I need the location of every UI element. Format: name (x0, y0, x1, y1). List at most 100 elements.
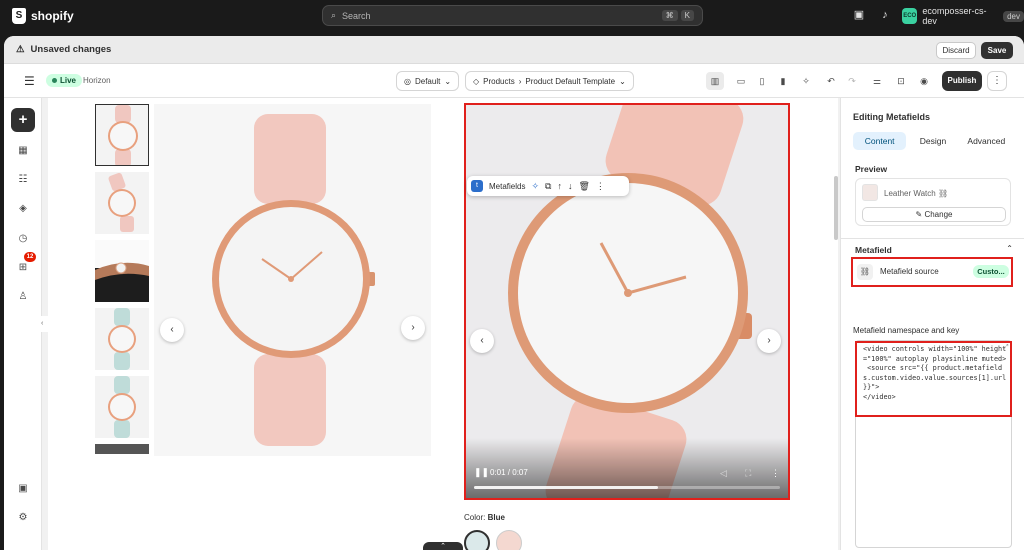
breadcrumb-template: Product Default Template (525, 76, 616, 86)
video-menu-icon[interactable]: ⋮ (771, 468, 780, 479)
more-actions-icon[interactable]: ⋮ (987, 71, 1007, 91)
publish-button[interactable]: Publish (942, 71, 982, 91)
chevron-down-icon: ⌄ (444, 76, 452, 86)
namespace-label: Metafield namespace and key (853, 326, 960, 335)
editor-toolbar: ☰ Live Horizon ◎ Default ⌄ ◇ Products › … (4, 64, 1024, 98)
link-icon: ⛓ (857, 264, 873, 280)
redo-icon[interactable]: ↷ (843, 72, 861, 90)
inspect-icon[interactable]: ⊡ (892, 72, 910, 90)
move-down-icon[interactable]: ↓ (568, 181, 573, 191)
change-product-button[interactable]: ✎ Change (862, 207, 1006, 222)
store-dev-badge: dev (1003, 10, 1024, 22)
expand-editor-icon[interactable]: ⤢ (1003, 344, 1009, 352)
breadcrumb-root: Products (483, 76, 515, 86)
watch-thumbnail-image (108, 308, 136, 370)
more-icon[interactable]: ⋮ (596, 181, 605, 192)
code-text[interactable]: <video controls width="100%" height="100… (863, 345, 1007, 402)
thumbnail-3[interactable] (95, 240, 149, 302)
theme-name: Horizon (83, 76, 111, 85)
video-progress-bar[interactable] (474, 486, 780, 489)
tab-advanced[interactable]: Advanced (960, 132, 1013, 150)
layers-icon[interactable]: ◈ (14, 200, 32, 218)
fullscreen-icon[interactable]: ⛶ (745, 468, 751, 479)
desktop-icon[interactable]: ▭ (732, 72, 750, 90)
chevron-up-icon: ⌃ (1006, 244, 1013, 253)
database-icon[interactable]: ▣ (14, 480, 32, 498)
editor-sidebar: + ▦ ☷ ◈ ◷ ⊞ 12 ♙ ▣ ⚙ (4, 98, 42, 550)
thumbnail-2[interactable] (95, 172, 149, 234)
save-button[interactable]: Save (981, 42, 1013, 59)
watch-thumbnail-image (108, 172, 136, 232)
live-dot-icon (52, 78, 57, 83)
thumbnail-4[interactable] (95, 308, 149, 370)
duplicate-icon[interactable]: ⧉ (545, 181, 551, 192)
template-breadcrumb[interactable]: ◇ Products › Product Default Template ⌄ (465, 71, 634, 91)
pause-icon[interactable]: ❚❚ (474, 467, 489, 478)
store-icon[interactable]: ▣ (852, 8, 866, 22)
delete-icon[interactable]: 🗑 (578, 181, 589, 192)
notification-badge: 12 (24, 252, 36, 262)
sections-icon[interactable]: ▦ (14, 142, 32, 160)
template-select-value: Default (414, 76, 441, 86)
theme-editor: ⚠ Unsaved changes Discard Save ☰ Live Ho… (4, 36, 1024, 550)
search-placeholder: Search (342, 10, 371, 21)
breadcrumb-separator: › (518, 76, 522, 86)
move-up-icon[interactable]: ↑ (557, 181, 562, 191)
preview-product-card: Leather Watch ⛓ ✎ Change (855, 178, 1011, 226)
live-badge: Live (46, 74, 83, 87)
settings-sliders-icon[interactable]: ⚌ (868, 72, 886, 90)
color-swatch-pink[interactable] (496, 530, 522, 550)
mute-icon[interactable]: ◁ (720, 468, 727, 479)
video-next-button[interactable]: › (757, 329, 781, 353)
add-section-button[interactable]: + (11, 108, 35, 132)
tab-content[interactable]: Content (853, 132, 907, 150)
mobile-icon[interactable]: ▮ (774, 72, 792, 90)
ai-magic-icon[interactable]: ✧ (531, 181, 539, 192)
tag-icon: ◇ (473, 76, 480, 86)
gear-icon[interactable]: ⚙ (14, 509, 32, 527)
video-prev-button[interactable]: ‹ (470, 329, 494, 353)
store-switcher[interactable]: ECO ecomposser-cs-dev dev (902, 6, 1024, 26)
canvas-scrollbar[interactable] (834, 176, 838, 240)
metafields-block-toolbar: t Metafields ✧ ⧉ ↑ ↓ 🗑 ⋮ (467, 176, 629, 196)
discard-button[interactable]: Discard (936, 42, 976, 59)
color-label: Color: (464, 513, 486, 522)
template-select[interactable]: ◎ Default ⌄ (396, 71, 460, 91)
metafield-source-row[interactable]: ⛓ Metafield source Custo... (851, 257, 1013, 287)
bell-icon[interactable]: ♪ (878, 8, 892, 22)
people-icon[interactable]: ♙ (14, 288, 32, 306)
eye-icon[interactable]: ◉ (915, 72, 933, 90)
search-bar[interactable]: ⌕ Search ⌘ K (322, 5, 703, 26)
sidebar-toggle-icon[interactable]: ▥ (706, 72, 724, 90)
product-video[interactable]: ❚❚ 0:01 / 0:07 ◁ ⛶ ⋮ (464, 103, 790, 500)
preview-heading: Preview (855, 164, 888, 174)
theme-settings-icon[interactable]: ☷ (14, 171, 32, 189)
panel-tabs: Content Design Advanced (853, 132, 1013, 150)
metafield-source-badge: Custo... (973, 265, 1009, 278)
watch-image (212, 114, 375, 446)
lifestyle-thumbnail-image (95, 240, 149, 280)
unsaved-changes-bar: ⚠ Unsaved changes (4, 36, 1024, 64)
store-name: ecomposser-cs-dev (922, 6, 987, 26)
shopify-bag-icon: S (12, 8, 26, 24)
link-icon: ⛓ (937, 189, 949, 198)
history-icon[interactable]: ◷ (14, 230, 32, 248)
magic-icon[interactable]: ✧ (797, 72, 815, 90)
tablet-icon[interactable]: ▯ (753, 72, 771, 90)
color-swatch-blue[interactable] (464, 530, 490, 550)
shopify-logo[interactable]: S shopify (12, 8, 74, 24)
thumbnail-1[interactable] (95, 104, 149, 166)
metafield-heading: Metafield (855, 245, 892, 255)
menu-icon[interactable]: ☰ (24, 74, 35, 88)
gallery-prev-button[interactable]: ‹ (160, 318, 184, 342)
tab-design[interactable]: Design (906, 132, 959, 150)
undo-icon[interactable]: ↶ (822, 72, 840, 90)
thumbnail-6[interactable] (95, 444, 149, 454)
warning-icon: ⚠ (16, 44, 25, 55)
gallery-next-button[interactable]: › (401, 316, 425, 340)
settings-panel: Editing Metafields Content Design Advanc… (840, 98, 1024, 550)
thumbnail-5[interactable] (95, 376, 149, 438)
expand-bottom-icon[interactable]: ⌃ (423, 542, 463, 550)
collapse-sidebar-icon[interactable]: ‹ (41, 316, 48, 332)
live-status: Live (60, 76, 77, 85)
